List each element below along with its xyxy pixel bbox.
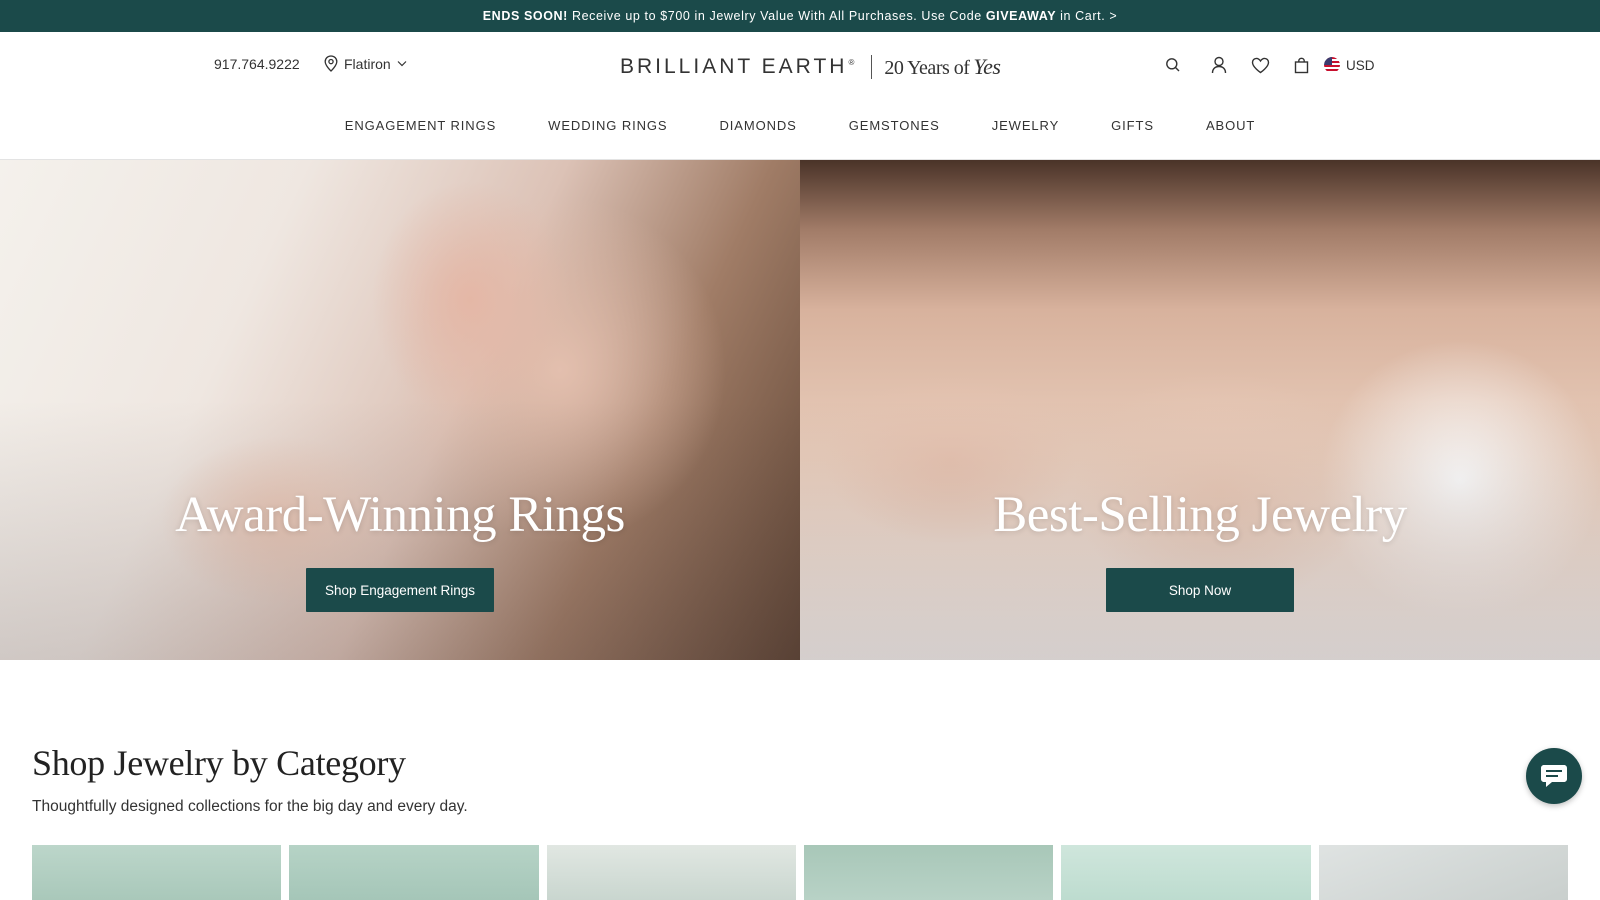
phone-link[interactable]: 917.764.9222 xyxy=(214,56,300,72)
nav-engagement-rings[interactable]: ENGAGEMENT RINGS xyxy=(345,118,496,133)
category-tile[interactable] xyxy=(32,845,282,900)
store-selector[interactable]: Flatiron xyxy=(324,55,407,72)
shop-engagement-rings-button[interactable]: Shop Engagement Rings xyxy=(306,568,494,612)
hero-rings-title: Award-Winning Rings xyxy=(175,487,625,543)
logo-tagline: 20 Years of Yes xyxy=(884,54,1001,79)
shop-now-button[interactable]: Shop Now xyxy=(1106,568,1294,612)
promo-code: GIVEAWAY xyxy=(985,9,1057,23)
logo-wordmark: BRILLIANT EARTH® xyxy=(620,55,858,78)
nav-wedding-rings[interactable]: WEDDING RINGS xyxy=(548,118,667,133)
chat-icon xyxy=(1541,765,1567,787)
promo-lead: ENDS SOON! xyxy=(482,9,568,23)
header-icons: USD xyxy=(1160,52,1375,78)
currency-label: USD xyxy=(1346,57,1375,73)
search-icon[interactable] xyxy=(1160,52,1186,78)
category-tile[interactable] xyxy=(803,845,1054,900)
chat-button[interactable] xyxy=(1526,748,1582,804)
promo-tail: in Cart. > xyxy=(1060,9,1118,23)
heart-icon[interactable] xyxy=(1247,52,1273,78)
category-tiles xyxy=(32,845,1568,900)
main-nav: ENGAGEMENT RINGS WEDDING RINGS DIAMONDS … xyxy=(0,118,1600,133)
account-icon[interactable] xyxy=(1206,52,1232,78)
nav-gemstones[interactable]: GEMSTONES xyxy=(849,118,940,133)
logo-divider xyxy=(871,55,873,79)
category-tile[interactable] xyxy=(289,845,539,900)
currency-selector[interactable]: USD xyxy=(1324,57,1375,73)
nav-diamonds[interactable]: DIAMONDS xyxy=(719,118,796,133)
hero-jewelry[interactable]: Best-Selling Jewelry Shop Now xyxy=(800,160,1600,660)
nav-jewelry[interactable]: JEWELRY xyxy=(992,118,1059,133)
category-tile[interactable] xyxy=(1061,845,1311,900)
chevron-down-icon xyxy=(397,61,407,67)
store-name: Flatiron xyxy=(344,55,391,72)
nav-about[interactable]: ABOUT xyxy=(1206,118,1255,133)
promo-text: Receive up to $700 in Jewelry Value With… xyxy=(571,9,982,23)
location-pin-icon xyxy=(324,55,338,72)
hero-rings[interactable]: Award-Winning Rings Shop Engagement Ring… xyxy=(0,160,800,660)
us-flag-icon xyxy=(1324,57,1340,73)
promo-banner[interactable]: ENDS SOON! Receive up to $700 in Jewelry… xyxy=(0,0,1600,32)
brand-logo[interactable]: BRILLIANT EARTH® 20 Years of Yes xyxy=(620,54,1001,80)
category-tile[interactable] xyxy=(1318,845,1568,900)
category-section-title: Shop Jewelry by Category xyxy=(32,743,406,783)
category-section-subtitle: Thoughtfully designed collections for th… xyxy=(32,798,468,815)
bag-icon[interactable] xyxy=(1288,52,1314,78)
site-header: 917.764.9222 Flatiron BRILLIANT EARTH® 2… xyxy=(0,32,1600,160)
category-tile[interactable] xyxy=(546,845,796,900)
nav-gifts[interactable]: GIFTS xyxy=(1111,118,1154,133)
hero-jewelry-title: Best-Selling Jewelry xyxy=(993,487,1407,543)
